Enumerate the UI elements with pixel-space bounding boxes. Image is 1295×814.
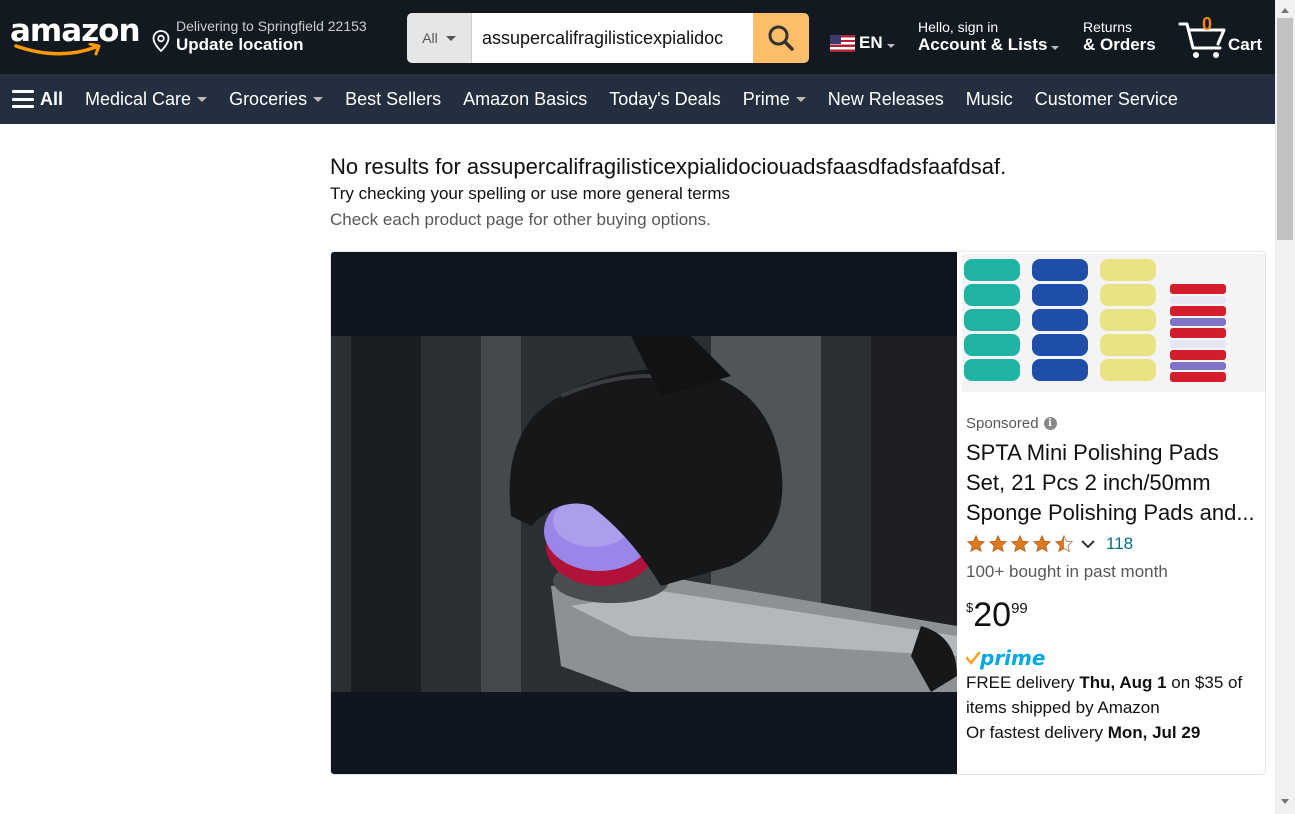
star-half-icon (1054, 534, 1074, 553)
account-line2-label: Account & Lists (918, 35, 1048, 54)
nav-item-new-releases[interactable]: New Releases (828, 89, 944, 110)
prime-check-icon (966, 651, 980, 665)
search-bar: All assupercalifragilisticexpialidoc (407, 13, 809, 63)
sponsored-video-ad[interactable]: Sponsored i SPTA Mini Polishing Pads Set… (330, 251, 1266, 775)
all-menu-label: All (40, 88, 64, 109)
top-nav: amazon Delivering to Springfield 22153 U… (0, 0, 1275, 74)
price-fraction: 99 (1011, 600, 1028, 617)
account-line1: Hello, sign in (918, 19, 999, 35)
video-frame (331, 336, 957, 692)
nav-item-groceries[interactable]: Groceries (229, 88, 324, 110)
nav-item-label: Music (965, 88, 1013, 109)
fastest-delivery-date: Mon, Jul 29 (1107, 723, 1201, 742)
buying-options-note: Check each product page for other buying… (330, 210, 711, 229)
scrollbar-thumb[interactable] (1277, 18, 1293, 240)
info-icon[interactable]: i (1043, 417, 1057, 430)
product-rating[interactable]: 118 (966, 534, 1133, 554)
sub-nav: All Medical Care Groceries Best Sellers … (0, 74, 1275, 124)
chevron-down-icon (445, 35, 456, 41)
amazon-logo[interactable]: amazon (10, 14, 141, 60)
nav-item-medical-care[interactable]: Medical Care (85, 88, 208, 110)
product-card: Sponsored i SPTA Mini Polishing Pads Set… (957, 252, 1265, 774)
delivery-prefix: FREE delivery (966, 673, 1080, 692)
chevron-down-icon (313, 96, 324, 102)
returns-orders[interactable]: Returns & Orders (1083, 19, 1156, 55)
star-full-icon (1010, 534, 1030, 553)
delivery-date: Thu, Aug 1 (1079, 673, 1167, 692)
no-results-heading: No results for assupercalifragilisticexp… (330, 154, 1007, 179)
nav-item-label: Amazon Basics (463, 88, 588, 109)
search-button[interactable] (753, 13, 809, 63)
price-whole: 20 (973, 596, 1012, 634)
star-full-icon (1032, 534, 1052, 553)
product-title[interactable]: SPTA Mini Polishing Pads Set, 21 Pcs 2 i… (966, 438, 1262, 528)
chevron-down-icon (795, 96, 806, 102)
logo-smile-icon (14, 43, 101, 56)
page: amazon Delivering to Springfield 22153 U… (0, 0, 1295, 814)
cart-count: 0 (1202, 14, 1213, 34)
language-selector[interactable]: EN (830, 33, 895, 53)
us-flag-icon (830, 34, 855, 52)
prime-badge: prime (966, 646, 1045, 670)
fastest-delivery-prefix: Or fastest delivery (966, 723, 1108, 742)
ad-video[interactable] (331, 252, 957, 774)
all-menu-button[interactable]: All (12, 89, 63, 110)
sponsored-text: Sponsored (966, 415, 1039, 432)
bought-count: 100+ bought in past month (966, 562, 1168, 581)
no-results-message: No results for assupercalifragilisticexp… (330, 154, 1006, 230)
nav-item-label: Groceries (229, 88, 308, 109)
sponsored-label: Sponsored i (966, 415, 1057, 432)
location-line1: Delivering to Springfield 22153 (176, 18, 367, 34)
nav-item-label: Today's Deals (609, 88, 721, 109)
product-image[interactable] (962, 254, 1265, 392)
spelling-suggestion: Try checking your spelling or use more g… (330, 184, 730, 203)
cart-label: Cart (1228, 35, 1263, 54)
nav-item-label: Prime (742, 88, 790, 109)
nav-item-prime[interactable]: Prime (743, 89, 806, 110)
chevron-down-icon (197, 96, 208, 102)
prime-label: prime (980, 646, 1046, 670)
nav-item-todays-deals[interactable]: Today's Deals (609, 89, 721, 110)
nav-item-label: Customer Service (1034, 88, 1178, 109)
scroll-up-arrow-icon[interactable] (1281, 8, 1289, 13)
search-input[interactable]: assupercalifragilisticexpialidoc (472, 13, 753, 63)
returns-line1: Returns (1083, 19, 1133, 35)
nav-item-label: Medical Care (85, 88, 192, 109)
polishing-pads-image (962, 254, 1265, 392)
hamburger-icon (12, 90, 34, 108)
rating-count[interactable]: 118 (1106, 534, 1133, 554)
account-lists[interactable]: Hello, sign in Account & Lists (918, 19, 1060, 55)
nav-item-music[interactable]: Music (966, 89, 1013, 110)
page-scrollbar[interactable] (1275, 0, 1295, 814)
nav-item-label: New Releases (827, 88, 944, 109)
star-full-icon (966, 534, 986, 553)
nav-item-label: Best Sellers (345, 88, 442, 109)
chevron-down-icon (886, 44, 895, 48)
star-full-icon (988, 534, 1008, 553)
nav-item-amazon-basics[interactable]: Amazon Basics (463, 89, 587, 110)
search-icon (768, 25, 794, 51)
scroll-down-arrow-icon[interactable] (1281, 799, 1289, 804)
cart-button[interactable]: 0 Cart (1178, 14, 1268, 60)
location-pin-icon (152, 30, 170, 52)
language-label: EN (859, 33, 883, 52)
polisher-glove-image (331, 336, 957, 692)
location-line2: Update location (176, 35, 304, 54)
account-line2: Account & Lists (918, 35, 1060, 55)
nav-item-best-sellers[interactable]: Best Sellers (345, 89, 441, 110)
nav-item-customer-service[interactable]: Customer Service (1035, 89, 1178, 110)
price-symbol: $ (966, 600, 974, 615)
delivery-info: FREE delivery Thu, Aug 1 on $35 of items… (966, 670, 1262, 745)
search-category-label: All (422, 30, 438, 46)
product-price: $ 20 99 (966, 596, 1028, 634)
chevron-down-icon[interactable] (1080, 538, 1096, 550)
returns-line2: & Orders (1083, 35, 1156, 54)
chevron-down-icon (1051, 46, 1060, 50)
search-category-dropdown[interactable]: All (407, 13, 472, 63)
